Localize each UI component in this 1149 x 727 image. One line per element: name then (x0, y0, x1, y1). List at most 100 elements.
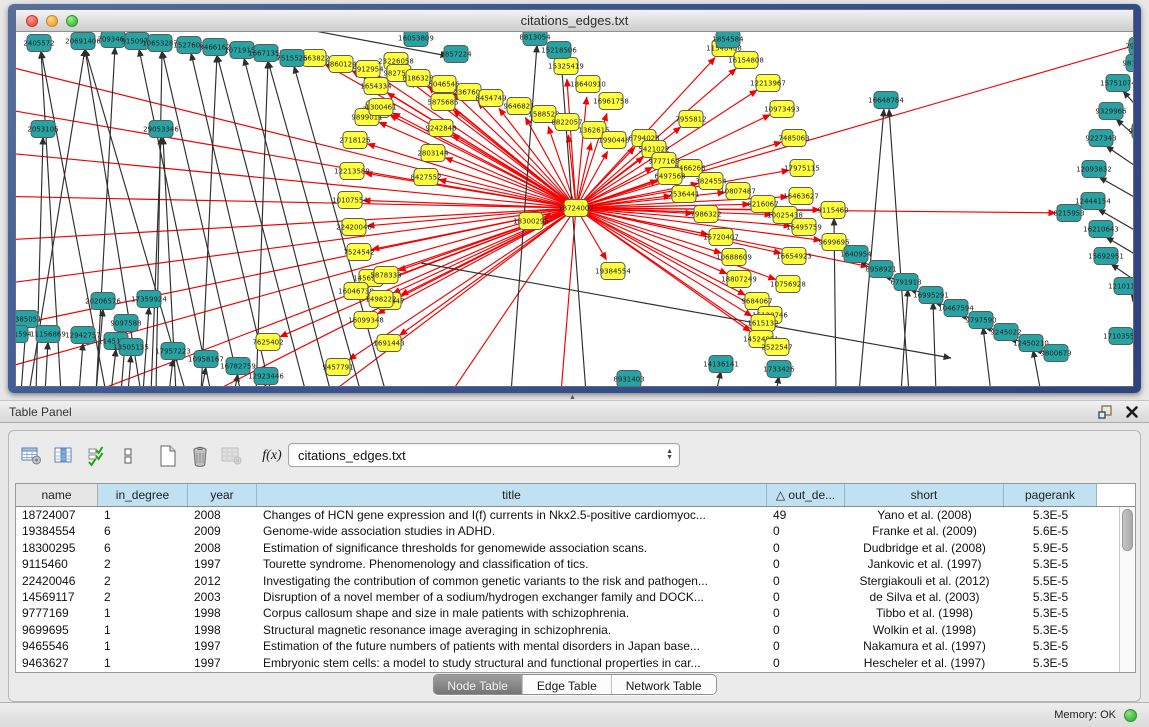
close-window-icon[interactable] (26, 15, 38, 27)
graph-node[interactable]: 17103556 (1103, 328, 1133, 345)
float-panel-icon[interactable] (1097, 404, 1113, 420)
graph-edge[interactable] (400, 208, 576, 335)
graph-node[interactable]: 5875685 (427, 94, 458, 111)
graph-node[interactable]: 9385051 (16, 311, 42, 328)
graph-edge[interactable] (16, 61, 576, 208)
graph-node[interactable]: 7515526 (276, 50, 308, 67)
graph-node[interactable]: 9810533 (1122, 55, 1133, 72)
graph-edge[interactable] (567, 79, 576, 208)
graph-node[interactable]: 15325419 (548, 58, 584, 75)
graph-node[interactable]: 16648784 (868, 92, 904, 109)
graph-node[interactable]: 16463627 (783, 188, 819, 205)
graph-node[interactable]: 16961758 (593, 93, 629, 110)
tab-node-table[interactable]: Node Table (433, 675, 523, 694)
graph-edge[interactable] (128, 355, 131, 386)
graph-node[interactable]: 8427552 (410, 169, 441, 186)
table-row[interactable]: 911546021997Tourette syndrome. Phenomeno… (16, 556, 1135, 572)
tab-edge-table[interactable]: Edge Table (523, 675, 612, 694)
graph-edge[interactable] (379, 122, 576, 208)
graph-node[interactable]: 17975115 (784, 160, 820, 177)
citation-graph[interactable]: 1872400775638229860124591295423226058982… (16, 32, 1133, 386)
graph-node[interactable]: 7485063 (778, 130, 809, 147)
graph-edge[interactable] (111, 349, 116, 386)
column-header-short[interactable]: short (845, 484, 1004, 506)
graph-node[interactable]: 10958167 (188, 351, 224, 368)
table-row[interactable]: 1456911722003Disruption of a novel membe… (16, 589, 1135, 605)
show-columns-icon[interactable] (51, 444, 77, 468)
scrollbar-thumb[interactable] (1122, 509, 1133, 551)
column-header-name[interactable]: name (16, 484, 98, 506)
graph-edge[interactable] (156, 51, 162, 386)
graph-node[interactable]: 8813054 (519, 32, 551, 46)
graph-node[interactable]: 1691443 (373, 335, 404, 352)
graph-edge[interactable] (79, 343, 83, 386)
table-selector-dropdown[interactable]: citations_edges.txt ▲▼ (288, 443, 680, 467)
graph-node[interactable]: 8958921 (865, 261, 896, 278)
graph-node[interactable]: 9097588 (110, 315, 141, 332)
graph-node[interactable]: 7625402 (252, 334, 283, 351)
graph-node[interactable]: 2522547 (761, 339, 792, 356)
graph-node[interactable]: 7986322 (690, 206, 721, 223)
graph-edge[interactable] (36, 137, 43, 386)
graph-node[interactable]: 20206576 (85, 293, 121, 310)
graph-edge[interactable] (561, 58, 586, 386)
graph-node[interactable]: 2053105 (27, 121, 58, 138)
memory-status-led-icon[interactable] (1124, 709, 1137, 722)
graph-node[interactable]: 9115460 (817, 202, 848, 219)
graph-node[interactable]: 6497568 (654, 168, 685, 185)
graph-node[interactable]: 9797590 (965, 312, 996, 329)
graph-node[interactable]: 8931403 (613, 371, 644, 387)
graph-node[interactable]: 16053809 (398, 32, 434, 47)
select-rows-icon[interactable] (83, 444, 109, 468)
table-row[interactable]: 1872400712008Changes of HCN gene express… (16, 507, 1135, 523)
table-row[interactable]: 1938455462009Genome-wide association stu… (16, 523, 1135, 539)
column-header-title[interactable]: title (257, 484, 767, 506)
table-row[interactable]: 946362711997Embryonic stem cells: a mode… (16, 655, 1135, 671)
table-row[interactable]: 946554611997Estimation of the future num… (16, 638, 1135, 654)
graph-node[interactable]: 12101183 (1108, 278, 1133, 295)
node-table[interactable]: namein_degreeyeartitle△ out_de...shortpa… (15, 483, 1136, 673)
column-header-year[interactable]: year (188, 484, 257, 506)
graph-edge[interactable] (45, 342, 48, 386)
graph-node[interactable]: 1300461 (365, 99, 396, 116)
graph-node[interactable]: 7857224 (440, 46, 472, 63)
graph-node[interactable]: 1498222 (365, 291, 396, 308)
graph-node[interactable]: 8454749 (475, 90, 506, 107)
graph-node[interactable]: 5878333 (370, 267, 401, 284)
graph-node[interactable]: 2405572 (23, 35, 54, 52)
graph-node[interactable]: 7955812 (675, 111, 706, 128)
delete-icon[interactable] (187, 444, 213, 468)
table-vertical-scrollbar[interactable] (1119, 507, 1135, 672)
graph-node[interactable]: 9800679 (1040, 345, 1071, 362)
graph-node[interactable]: 12093832 (1076, 161, 1112, 178)
tab-network-table[interactable]: Network Table (612, 675, 716, 694)
graph-edge[interactable] (1131, 294, 1133, 321)
zoom-window-icon[interactable] (66, 15, 78, 27)
graph-node[interactable]: 9457791 (322, 359, 353, 376)
graph-node[interactable]: 12942757 (65, 327, 101, 344)
table-row[interactable]: 969969511998Structural magnetic resonanc… (16, 622, 1135, 638)
minimize-window-icon[interactable] (46, 15, 58, 27)
column-header-out_de[interactable]: △ out_de... (767, 484, 845, 506)
table-row[interactable]: 2242004622012Investigating the contribut… (16, 573, 1135, 589)
graph-node[interactable]: 16099348 (348, 312, 384, 329)
graph-node[interactable]: 7524542 (343, 244, 374, 261)
graph-node[interactable]: 11156869 (30, 326, 66, 343)
graph-node[interactable]: 15692951 (1088, 248, 1124, 265)
network-canvas[interactable]: 1872400775638229860124591295423226058982… (16, 32, 1133, 386)
graph-node[interactable]: 1733426 (763, 361, 795, 378)
graph-edge[interactable] (716, 371, 721, 386)
column-header-pagerank[interactable]: pagerank (1004, 484, 1097, 506)
graph-node[interactable]: 12213589 (334, 163, 370, 180)
graph-node[interactable]: 9245022 (990, 324, 1021, 341)
graph-node[interactable]: 1640954 (840, 246, 872, 263)
window-titlebar[interactable]: citations_edges.txt (16, 10, 1133, 32)
graph-node[interactable]: 12213967 (750, 75, 786, 92)
graph-node[interactable]: 10688609 (716, 249, 752, 266)
function-icon[interactable]: f(x) (259, 444, 285, 468)
graph-node[interactable]: 16995291 (913, 287, 949, 304)
close-panel-icon[interactable] (1125, 405, 1139, 419)
graph-node[interactable]: 10756928 (770, 276, 806, 293)
graph-edge[interactable] (933, 302, 936, 386)
table-row[interactable]: 977716911998Corpus callosum shape and si… (16, 605, 1135, 621)
